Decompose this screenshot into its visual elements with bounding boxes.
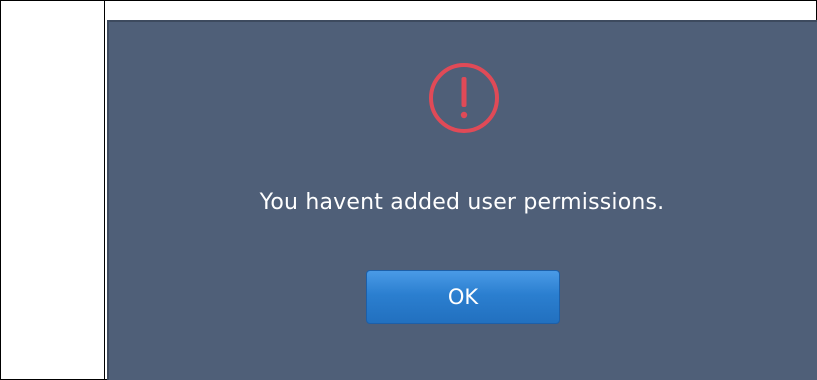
ok-button-label: OK (447, 285, 479, 309)
table-column-divider (104, 0, 105, 380)
warning-exclamation-icon (429, 63, 499, 133)
ok-button[interactable]: OK (366, 270, 560, 324)
permission-alert-dialog: You havent added user permissions. OK (107, 20, 817, 380)
dialog-message: You havent added user permissions. (259, 190, 665, 215)
